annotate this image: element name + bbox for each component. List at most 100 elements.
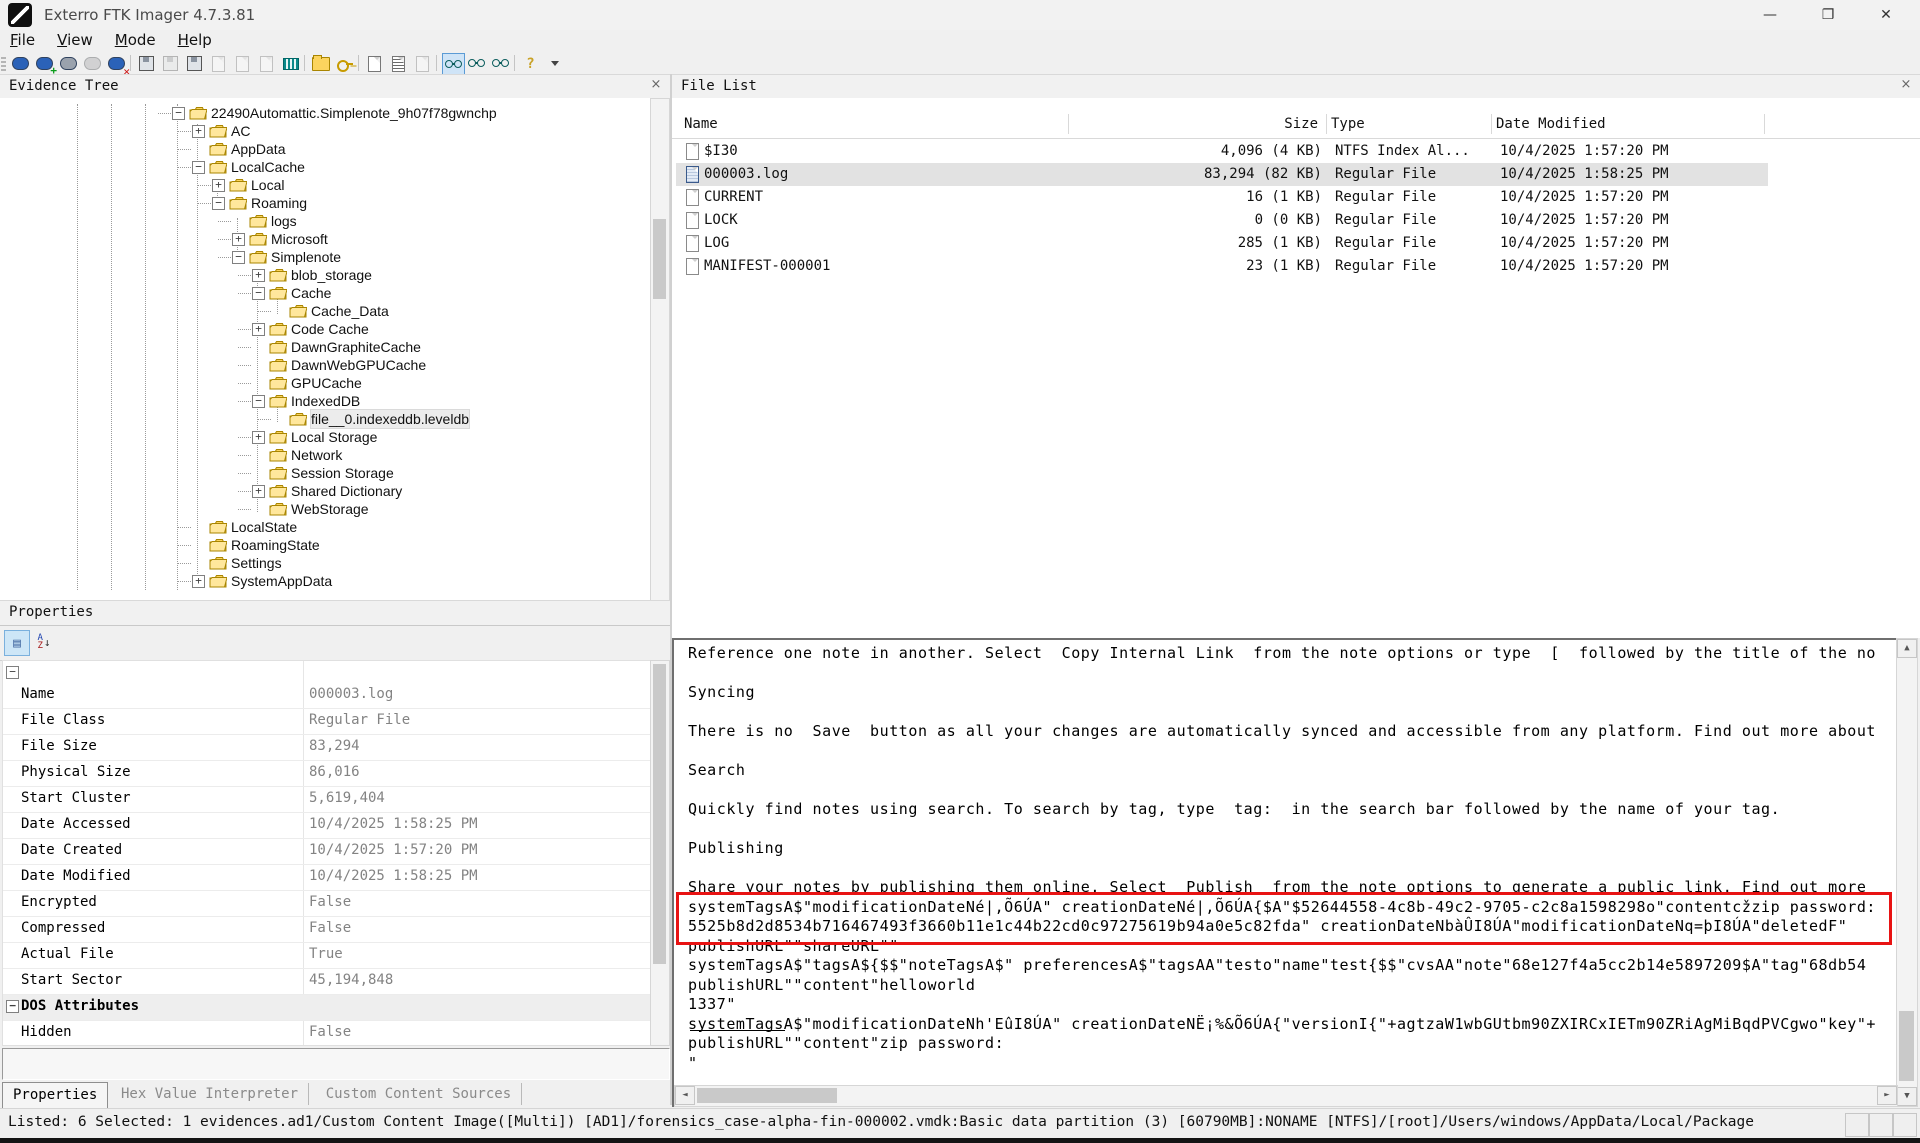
tree-node-label[interactable]: DawnWebGPUCache [291,356,426,374]
tree-node-localstate[interactable]: LocalState [0,518,670,536]
tree-node-label[interactable]: GPUCache [291,374,362,392]
tab-properties[interactable]: Properties [2,1082,108,1108]
viewer-horizontal-scroll-thumb[interactable] [697,1088,837,1103]
zoom-view-1-icon[interactable] [466,53,487,74]
property-row-file-class[interactable]: File ClassRegular File [3,709,669,735]
tree-node-dawngraphitecache[interactable]: DawnGraphiteCache [0,338,670,356]
close-button[interactable]: ✕ [1864,2,1908,28]
tree-node-label[interactable]: Session Storage [291,464,394,482]
column-divider[interactable] [1764,114,1765,134]
file-list-close-icon[interactable]: × [1898,77,1914,93]
tree-node-cache-data[interactable]: Cache_Data [0,302,670,320]
tree-node-label[interactable]: file__0.indexeddb.leveldb [311,410,469,428]
tree-node-label[interactable]: LocalState [231,518,297,536]
zoom-view-2-icon[interactable] [490,53,511,74]
create-disk-image-icon[interactable] [136,53,157,74]
tree-node-label[interactable]: Cache_Data [311,302,389,320]
property-row-actual-file[interactable]: Actual FileTrue [3,943,669,969]
file-row-log[interactable]: LOG285 (1 KB)Regular File10/4/2025 1:57:… [676,232,1768,255]
scroll-left-icon[interactable]: ◄ [675,1086,695,1105]
tree-node-label[interactable]: Settings [231,554,282,572]
scroll-down-icon[interactable]: ▼ [1897,1087,1917,1106]
evidence-tree[interactable]: −22490Automattic.Simplenote_9h07f78gwnch… [0,98,671,600]
tree-node-session-storage[interactable]: Session Storage [0,464,670,482]
categorized-view-icon[interactable]: ▤ [4,630,30,656]
file-row-current[interactable]: CURRENT16 (1 KB)Regular File10/4/2025 1:… [676,186,1768,209]
property-row-compressed[interactable]: CompressedFalse [3,917,669,943]
help-icon[interactable]: ? [520,53,541,74]
properties-section-dos-attributes[interactable]: −DOS Attributes [3,995,669,1021]
column-divider[interactable] [1068,114,1069,134]
tree-node-webstorage[interactable]: WebStorage [0,500,670,518]
property-row-name[interactable]: Name000003.log [3,683,669,709]
menu-help[interactable]: Help [178,31,212,49]
add-all-attached-devices-icon[interactable]: + [34,53,55,74]
tree-node-label[interactable]: logs [271,212,297,230]
property-row-start-cluster[interactable]: Start Cluster5,619,404 [3,787,669,813]
file-row--i30[interactable]: $I304,096 (4 KB)NTFS Index Al...10/4/202… [676,140,1768,163]
add-to-custom-content-image-icon[interactable] [310,53,331,74]
menu-file[interactable]: File [10,31,35,49]
expand-icon[interactable]: + [252,431,265,444]
file-list[interactable]: NameSizeTypeDate Modified$I304,096 (4 KB… [672,98,1920,638]
tab-hex-value-interpreter[interactable]: Hex Value Interpreter [111,1083,309,1105]
tree-node-appdata[interactable]: AppData [0,140,670,158]
collapse-icon[interactable]: − [252,287,265,300]
tree-node-ac[interactable]: + AC [0,122,670,140]
tree-node-label[interactable]: Code Cache [291,320,369,338]
tree-node-network[interactable]: Network [0,446,670,464]
tab-custom-content-sources[interactable]: Custom Content Sources [316,1083,522,1105]
property-row-file-size[interactable]: File Size83,294 [3,735,669,761]
column-header-type[interactable]: Type [1331,116,1365,132]
scroll-right-icon[interactable]: ► [1877,1086,1897,1105]
expand-icon[interactable]: + [192,125,205,138]
tree-node-code-cache[interactable]: +Code Cache [0,320,670,338]
collapse-icon[interactable]: − [252,395,265,408]
tree-node-local-storage[interactable]: +Local Storage [0,428,670,446]
tree-node-systemappdata[interactable]: + SystemAppData [0,572,670,590]
content-viewer[interactable]: Reference one note in another. Select Co… [672,638,1898,1107]
toolbar-options-icon[interactable] [544,53,565,74]
collapse-icon[interactable]: − [172,107,185,120]
file-row-lock[interactable]: LOCK0 (0 KB)Regular File10/4/2025 1:57:2… [676,209,1768,232]
tree-node-label[interactable]: IndexedDB [291,392,360,410]
tree-node-gpucache[interactable]: GPUCache [0,374,670,392]
menu-view[interactable]: View [57,31,93,49]
image-mounting-icon[interactable] [58,53,79,74]
property-row-physical-size[interactable]: Physical Size86,016 [3,761,669,787]
property-row-date-created[interactable]: Date Created10/4/2025 1:57:20 PM [3,839,669,865]
tree-node-label[interactable]: Cache [291,284,331,302]
property-row-encrypted[interactable]: EncryptedFalse [3,891,669,917]
column-header-date-modified[interactable]: Date Modified [1496,116,1606,132]
file-row-000003-log[interactable]: 000003.log83,294 (82 KB)Regular File10/4… [676,163,1768,186]
menu-mode[interactable]: Mode [115,31,156,49]
expand-icon[interactable]: + [192,575,205,588]
tree-node-roamingstate[interactable]: RoamingState [0,536,670,554]
tree-node-label[interactable]: Microsoft [271,230,328,248]
add-evidence-item-icon[interactable] [10,53,31,74]
collapse-icon[interactable]: − [212,197,225,210]
property-row-date-accessed[interactable]: Date Accessed10/4/2025 1:58:25 PM [3,813,669,839]
tree-node-label[interactable]: Network [291,446,342,464]
tree-node-22490automattic-simplenote-9h07f78gwnchp[interactable]: −22490Automattic.Simplenote_9h07f78gwnch… [0,104,670,122]
document-properties-icon[interactable] [388,53,409,74]
auto-fit-view-icon[interactable] [442,53,465,76]
column-divider[interactable] [1326,114,1327,134]
tree-node-blob-storage[interactable]: +blob_storage [0,266,670,284]
export-disk-image-icon[interactable] [160,53,181,74]
tree-node-localcache[interactable]: −LocalCache [0,158,670,176]
maximize-button[interactable]: ❐ [1806,2,1850,28]
minimize-button[interactable]: — [1748,2,1792,28]
tree-node-logs[interactable]: logs [0,212,670,230]
tree-node-label[interactable]: Roaming [251,194,307,212]
file-row-manifest-000001[interactable]: MANIFEST-00000123 (1 KB)Regular File10/4… [676,255,1768,278]
evidence-tree-close-icon[interactable]: × [648,77,664,93]
tree-node-label[interactable]: blob_storage [291,266,372,284]
capture-memory-icon[interactable] [184,53,205,74]
column-header-size[interactable]: Size [1232,116,1318,132]
tree-node-microsoft[interactable]: +Microsoft [0,230,670,248]
export-file-hash-list-icon[interactable] [280,53,301,74]
tree-node-label[interactable]: AC [231,122,250,140]
tree-node-label[interactable]: DawnGraphiteCache [291,338,421,356]
tree-node-label[interactable]: SystemAppData [231,572,332,590]
